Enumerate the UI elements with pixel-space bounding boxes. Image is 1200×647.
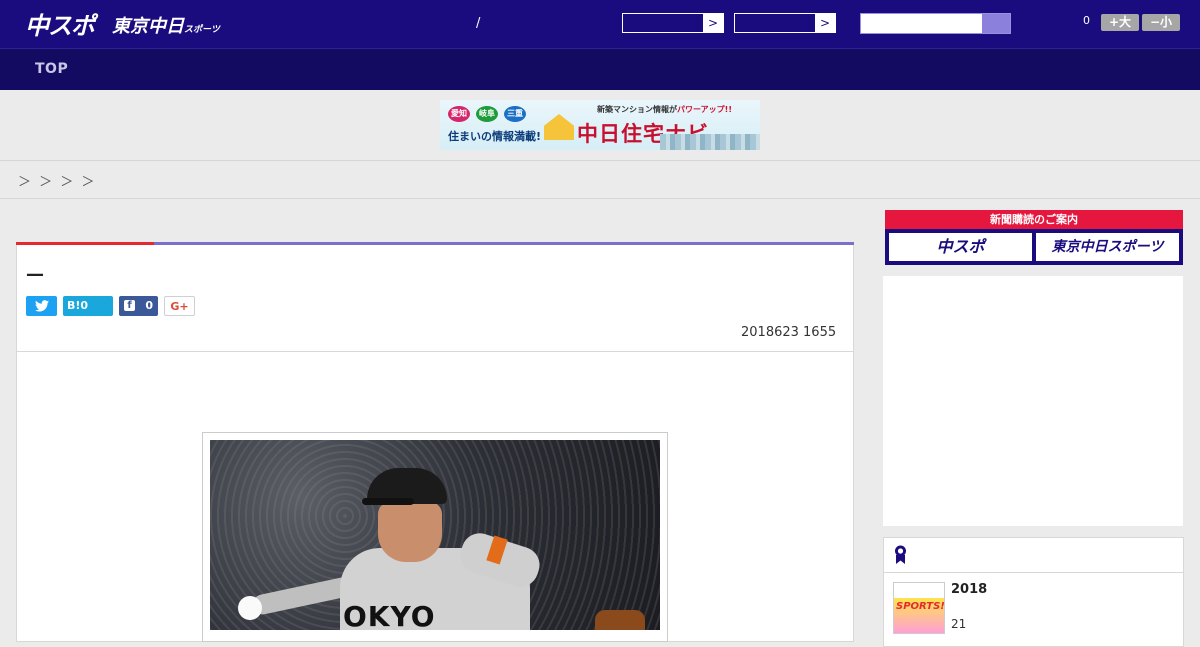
article-accent-blue — [154, 242, 854, 245]
chevron-right-icon: > — [815, 14, 835, 32]
site-header: 中スポ 東京中日スポーツ / > > 0 +大 −小 — [0, 0, 1200, 48]
article-accent-red — [16, 242, 154, 245]
photo-baseball — [238, 596, 262, 620]
facebook-share-button[interactable]: f 0 — [119, 296, 158, 316]
font-size-indicator: 0 — [1083, 14, 1090, 27]
nav-item-top[interactable]: TOP — [35, 61, 68, 77]
ranking-item-thumbnail[interactable]: SPORTS!! — [893, 582, 945, 634]
subscription-box: 新聞購読のご案内 中スポ 東京中日スポーツ — [885, 210, 1183, 265]
banner-subline: 住まいの情報満載! — [448, 130, 542, 143]
photo-cap-brim — [362, 498, 414, 505]
chevron-right-icon: > — [703, 14, 723, 32]
facebook-icon: f — [124, 300, 135, 311]
font-small-button[interactable]: −小 — [1142, 14, 1180, 31]
twitter-icon — [34, 300, 49, 312]
article-photo[interactable]: OKYO — [210, 440, 660, 630]
ranking-header — [884, 538, 1183, 573]
ranking-item-number: 21 — [951, 617, 967, 631]
banner-tagline-text: 新築マンション情報が — [597, 105, 677, 114]
divider — [16, 351, 854, 352]
photo-pitcher-face — [378, 502, 442, 562]
subscribe-chunichi-sports-button[interactable]: 中スポ — [889, 233, 1032, 261]
photo-jersey-lettering: OKYO — [343, 600, 436, 630]
main-nav: TOP — [0, 48, 1200, 90]
article-date: 2018623 1655 — [741, 325, 837, 340]
subscription-header[interactable]: 新聞購読のご案内 — [885, 210, 1183, 229]
ranking-item-title[interactable]: 2018 — [951, 582, 987, 597]
chunichi-sports-logo[interactable]: 中スポ — [25, 6, 95, 41]
tokyo-chunichi-logo[interactable]: 東京中日スポーツ — [112, 12, 220, 38]
google-plus-share-button[interactable]: G+ — [164, 296, 195, 316]
ribbon-icon — [895, 545, 906, 564]
header-divider-slash: / — [476, 16, 481, 31]
banner-circle-aichi: 愛知 — [448, 106, 470, 122]
banner-tagline: 新築マンション情報がパワーアップ!! — [597, 104, 732, 115]
facebook-share-count: 0 — [145, 299, 153, 312]
sidebar-ad-slot[interactable] — [883, 276, 1183, 526]
ranking-thumb-text: SPORTS!! — [896, 601, 945, 612]
divider — [0, 160, 1200, 161]
housing-navi-banner[interactable]: 愛知 岐阜 三重 住まいの情報満載! 新築マンション情報がパワーアップ!! 中日… — [440, 100, 760, 150]
cityscape-graphic — [660, 134, 760, 150]
breadcrumb[interactable]: ＞ ＞ ＞ ＞ — [18, 171, 96, 190]
banner-tagline-accent: パワーアップ!! — [677, 105, 732, 114]
tokyo-chunichi-logo-text: 東京中日 — [112, 16, 184, 37]
article-headline: — — [26, 264, 44, 285]
banner-circle-gifu: 岐阜 — [476, 106, 498, 122]
search-button[interactable] — [982, 14, 1010, 33]
photo-glove — [595, 610, 645, 630]
divider — [0, 198, 1200, 199]
tokyo-chunichi-logo-small: スポーツ — [184, 25, 220, 35]
twitter-share-button[interactable] — [26, 296, 57, 316]
category-select-1[interactable]: > — [622, 13, 724, 33]
font-large-button[interactable]: +大 — [1101, 14, 1139, 31]
house-icon — [544, 114, 574, 140]
banner-circle-mie: 三重 — [504, 106, 526, 122]
hatena-bookmark-button[interactable]: B!0 — [63, 296, 113, 316]
category-select-2[interactable]: > — [734, 13, 836, 33]
ranking-box: SPORTS!! 2018 21 — [883, 537, 1184, 647]
subscribe-tokyo-chunichi-button[interactable]: 東京中日スポーツ — [1036, 233, 1179, 261]
